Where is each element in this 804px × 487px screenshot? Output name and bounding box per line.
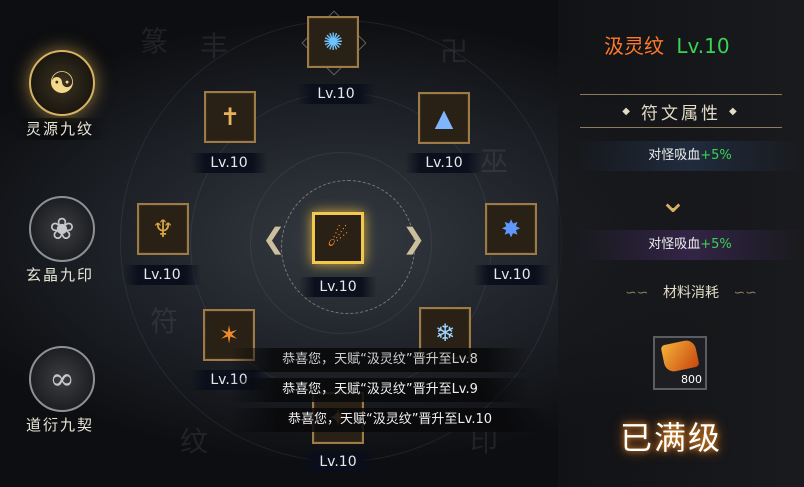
rune-attributes-header: ◆ 符文属性 ◆	[580, 94, 782, 128]
levelup-toast: 恭喜您，天赋“汲灵纹”晋升至Lv.8	[230, 348, 530, 372]
bg-rune-glyph: 卍	[440, 35, 469, 68]
talent-level-center: Lv.10	[299, 277, 377, 297]
bg-rune-glyph: 丰	[200, 30, 229, 63]
mystic-crystal-emblem-icon: ❀	[29, 196, 95, 262]
talent-node-top[interactable]: ✺	[307, 16, 359, 68]
rune-name: 汲灵纹	[604, 34, 664, 58]
material-count: 800	[681, 373, 702, 386]
spirit-source-emblem-icon: ☯	[29, 50, 95, 116]
bg-rune-glyph: 符	[150, 305, 179, 338]
talent-level-top: Lv.10	[297, 84, 375, 104]
scroll-material-icon	[660, 338, 700, 374]
diamond-ornament-icon: ◆	[729, 105, 740, 117]
header-label: 符文属性	[641, 103, 721, 124]
talent-level-upper-left: Lv.10	[190, 153, 268, 173]
bg-rune-glyph: 篆	[140, 25, 169, 58]
golden-sword-rune-icon: ✝	[219, 103, 241, 131]
talent-level-left: Lv.10	[123, 265, 201, 285]
material-cost-label: 材料消耗	[663, 285, 719, 301]
attribute-label: 对怪吸血	[648, 148, 701, 163]
next-attribute-row: 对怪吸血+5%	[576, 230, 804, 260]
nav-label: 玄晶九印	[25, 266, 94, 284]
current-attribute-row: 对怪吸血+5%	[576, 141, 804, 171]
attribute-value: +5%	[700, 148, 732, 163]
golden-chalice-rune-icon: ♆	[152, 215, 174, 243]
talent-node-upper-left[interactable]: ✝	[204, 91, 256, 143]
talent-level-upper-right: Lv.10	[405, 153, 483, 173]
nav-label: 道衍九契	[25, 416, 94, 434]
bg-rune-glyph: 巫	[480, 145, 509, 178]
fire-comet-rune-icon: ☄	[327, 224, 349, 252]
talent-node-center[interactable]: ☄	[312, 212, 364, 264]
upgrade-chevron-icon: ⌄	[658, 181, 688, 221]
blue-crystal-rune-icon: ▲	[434, 104, 454, 132]
talent-level-right: Lv.10	[473, 265, 551, 285]
rune-talent-screen: 篆 丰 卍 巫 符 印 纹 ☯ 灵源九纹 ❀ 玄晶九印 ∞ 道衍九契 ❮ ❯ ✺…	[0, 0, 804, 487]
right-wing-ornament: ❯	[402, 222, 426, 255]
diamond-ornament-icon: ◆	[622, 105, 633, 117]
cloud-ornament-icon: ∽∽	[733, 285, 757, 301]
talent-node-right[interactable]: ✸	[485, 203, 537, 255]
levelup-toast: 恭喜您，天赋“汲灵纹”晋升至Lv.9	[230, 378, 530, 402]
talent-level-bottom: Lv.10	[299, 452, 377, 472]
material-cost-header: ∽∽ 材料消耗 ∽∽	[596, 283, 786, 303]
attribute-value: +5%	[700, 237, 732, 252]
talent-node-upper-right[interactable]: ▲	[418, 92, 470, 144]
blue-swirl-rune-icon: ✺	[322, 28, 344, 56]
attribute-label: 对怪吸血	[648, 237, 701, 252]
material-slot[interactable]: 800	[653, 336, 707, 390]
nav-mystic-crystal[interactable]: ❀ 玄晶九印	[12, 196, 108, 306]
nav-spirit-source[interactable]: ☯ 灵源九纹	[12, 50, 108, 160]
max-level-badge: 已满级	[620, 419, 723, 457]
nav-label: 灵源九纹	[12, 118, 108, 140]
levelup-toast: 恭喜您，天赋“汲灵纹”晋升至Lv.10	[230, 408, 550, 432]
nav-dao-contract[interactable]: ∞ 道衍九契	[12, 346, 108, 456]
bg-rune-glyph: 纹	[180, 425, 209, 458]
blue-burst-rune-icon: ✸	[500, 215, 522, 243]
left-wing-ornament: ❮	[262, 222, 286, 255]
cloud-ornament-icon: ∽∽	[625, 285, 649, 301]
rune-title: 汲灵纹 Lv.10	[604, 30, 730, 59]
talent-node-left[interactable]: ♆	[137, 203, 189, 255]
rune-level: Lv.10	[676, 34, 730, 58]
dao-contract-emblem-icon: ∞	[29, 346, 95, 412]
